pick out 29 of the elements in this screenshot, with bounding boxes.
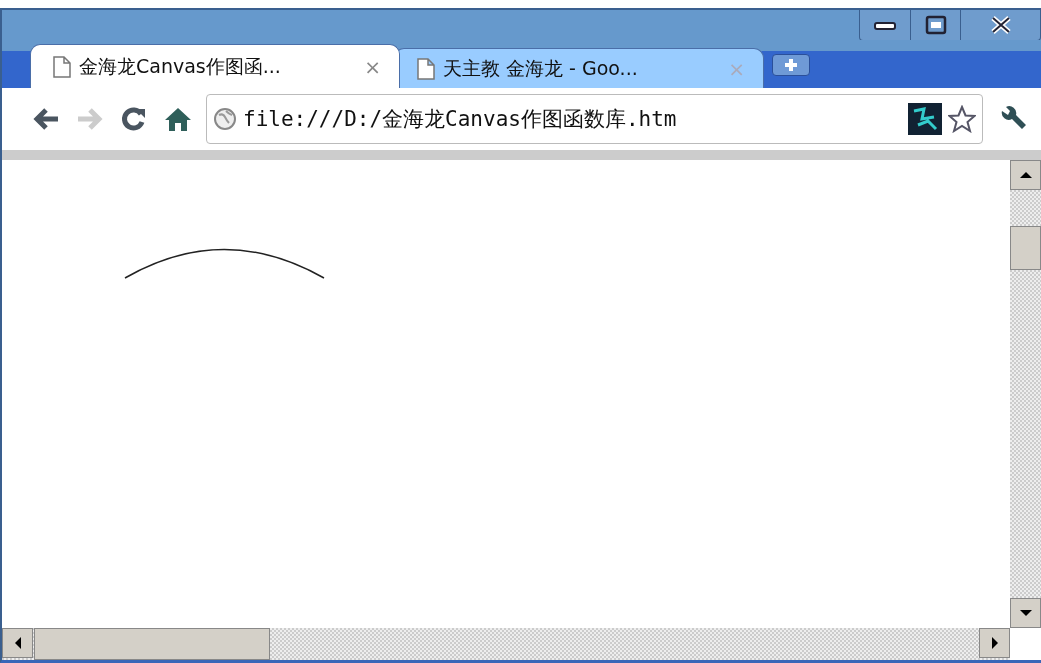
browser-tab[interactable]: 金海龙Canvas作图函... ×	[30, 44, 400, 88]
scrollbar-thumb[interactable]	[1010, 226, 1041, 270]
close-icon	[989, 16, 1012, 34]
scrollbar-thumb[interactable]	[34, 628, 270, 660]
tab-title: 金海龙Canvas作图函...	[79, 53, 282, 79]
page-icon	[53, 55, 71, 78]
house-icon	[164, 106, 192, 132]
left-arrow-icon	[32, 107, 60, 131]
right-triangle-icon	[990, 637, 999, 649]
up-triangle-icon	[1019, 171, 1032, 179]
scroll-up-button[interactable]	[1010, 160, 1041, 190]
reload-icon	[121, 106, 147, 132]
maximize-icon	[924, 15, 947, 35]
star-icon[interactable]	[948, 105, 976, 133]
scroll-down-button[interactable]	[1010, 598, 1041, 628]
address-bar[interactable]: file:///D:/金海龙Canvas作图函数库.htm	[206, 94, 983, 144]
new-tab-button[interactable]	[772, 54, 810, 76]
url-text: file:///D:/金海龙Canvas作图函数库.htm	[243, 106, 678, 133]
right-arrow-icon	[76, 107, 104, 131]
page-icon	[417, 57, 435, 80]
tab-title: 天主教 金海龙 - Goo...	[443, 55, 639, 81]
tab-close-button[interactable]: ×	[364, 54, 381, 79]
left-triangle-icon	[13, 637, 22, 649]
globe-icon	[213, 107, 237, 131]
scroll-right-button[interactable]	[979, 628, 1010, 658]
plus-icon	[783, 57, 799, 73]
scroll-left-button[interactable]	[2, 628, 33, 658]
extension-icon[interactable]	[908, 103, 942, 135]
down-triangle-icon	[1019, 609, 1032, 617]
